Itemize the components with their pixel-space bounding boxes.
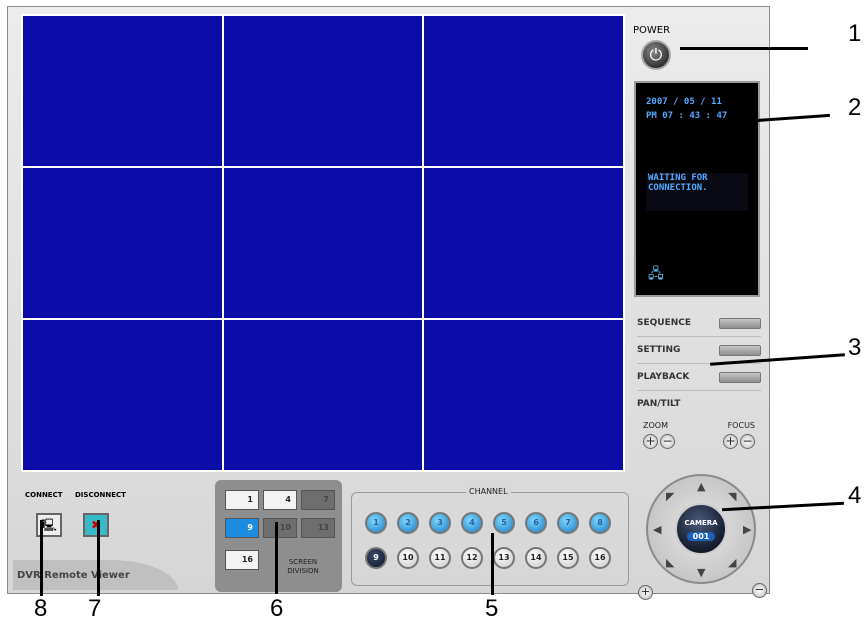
- callout-3: 3: [848, 334, 862, 361]
- callout-5: 5: [485, 595, 499, 622]
- channel-panel: CHANNEL 1 2 3 4 5 6 7 8 9 10 11 12 13 14…: [351, 487, 629, 586]
- ptz-plus-button[interactable]: +: [638, 585, 653, 600]
- sequence-row[interactable]: SEQUENCE: [637, 310, 761, 337]
- video-cell[interactable]: [424, 16, 623, 166]
- camera-number: 001: [687, 532, 715, 541]
- channel-13-button[interactable]: 13: [493, 547, 515, 569]
- video-cell[interactable]: [223, 320, 423, 470]
- callout-line-1: [680, 47, 808, 50]
- setting-label: SETTING: [637, 345, 681, 355]
- disconnect-label: DISCONNECT: [75, 491, 126, 499]
- channel-16-button[interactable]: 16: [589, 547, 611, 569]
- video-cell[interactable]: [23, 16, 222, 166]
- channel-15-button[interactable]: 15: [557, 547, 579, 569]
- video-cell[interactable]: [424, 168, 623, 318]
- channel-14-button[interactable]: 14: [525, 547, 547, 569]
- callout-line-7: [97, 520, 100, 596]
- focus-in-button[interactable]: +: [723, 434, 738, 449]
- network-disconnected-icon: 🖧: [648, 266, 664, 282]
- power-icon: ⏻: [649, 45, 663, 64]
- down-right-arrow-icon[interactable]: ◢: [728, 556, 736, 569]
- status-message: WAITING FOR CONNECTION.: [646, 173, 748, 211]
- channel-12-button[interactable]: 12: [461, 547, 483, 569]
- channel-9-button[interactable]: 9: [365, 547, 387, 569]
- status-time: PM 07 : 43 : 47: [646, 111, 728, 121]
- channel-7-button[interactable]: 7: [557, 512, 579, 534]
- callout-line-8: [40, 520, 43, 596]
- callout-8: 8: [34, 595, 48, 622]
- focus-out-button[interactable]: −: [740, 434, 755, 449]
- connect-label: CONNECT: [25, 491, 63, 499]
- up-right-arrow-icon[interactable]: ◥: [728, 490, 736, 503]
- callout-2: 2: [848, 94, 862, 121]
- sequence-label: SEQUENCE: [637, 318, 692, 328]
- playback-label: PLAYBACK: [637, 372, 690, 382]
- channel-11-button[interactable]: 11: [429, 547, 451, 569]
- setting-button[interactable]: [719, 344, 761, 356]
- camera-label: CAMERA: [684, 519, 718, 527]
- connect-icon: 🖳: [40, 518, 57, 532]
- video-cell[interactable]: [223, 16, 423, 166]
- callout-4: 4: [848, 482, 862, 509]
- division-4-button[interactable]: 4: [263, 490, 297, 510]
- sequence-button[interactable]: [719, 317, 761, 329]
- channel-5-button[interactable]: 5: [493, 512, 515, 534]
- camera-button[interactable]: CAMERA 001: [675, 503, 727, 555]
- zoom-in-button[interactable]: +: [643, 434, 658, 449]
- callout-line-5: [491, 533, 494, 595]
- channel-6-button[interactable]: 6: [525, 512, 547, 534]
- division-1-button[interactable]: 1: [225, 490, 259, 510]
- division-10-button[interactable]: 10: [263, 518, 297, 538]
- channel-10-button[interactable]: 10: [397, 547, 419, 569]
- callout-6: 6: [270, 595, 284, 622]
- channel-8-button[interactable]: 8: [589, 512, 611, 534]
- power-label: POWER: [633, 25, 671, 36]
- up-arrow-icon[interactable]: ▲: [697, 480, 705, 493]
- channel-4-button[interactable]: 4: [461, 512, 483, 534]
- channel-1-button[interactable]: 1: [365, 512, 387, 534]
- control-menu: SEQUENCE SETTING PLAYBACK PAN/TILT ZOOM F…: [637, 310, 761, 453]
- pantilt-label: PAN/TILT: [637, 399, 681, 409]
- left-arrow-icon[interactable]: ◀: [653, 523, 661, 536]
- playback-button[interactable]: [719, 371, 761, 383]
- division-13-button[interactable]: 13: [301, 518, 335, 538]
- right-arrow-icon[interactable]: ▶: [743, 523, 751, 536]
- channel-3-button[interactable]: 3: [429, 512, 451, 534]
- division-16-button[interactable]: 16: [225, 550, 259, 570]
- channel-2-button[interactable]: 2: [397, 512, 419, 534]
- status-screen: 2007 / 05 / 11 PM 07 : 43 : 47 WAITING F…: [634, 81, 760, 297]
- ptz-minus-button[interactable]: −: [752, 583, 767, 598]
- playback-row[interactable]: PLAYBACK: [637, 364, 761, 391]
- division-9-button[interactable]: 9: [225, 518, 259, 538]
- division-7-button[interactable]: 7: [301, 490, 335, 510]
- screen-division-panel: 1 4 7 9 10 13 16 SCREEN DIVISION: [215, 480, 342, 592]
- screen-division-label: SCREEN DIVISION: [287, 558, 319, 575]
- zoom-label: ZOOM: [643, 421, 668, 430]
- video-cell[interactable]: [424, 320, 623, 470]
- down-left-arrow-icon[interactable]: ◣: [666, 556, 674, 569]
- up-left-arrow-icon[interactable]: ◤: [666, 490, 674, 503]
- dvr-viewer-window: POWER ⏻ 2007 / 05 / 11 PM 07 : 43 : 47 W…: [7, 6, 770, 600]
- callout-1: 1: [848, 20, 862, 47]
- callout-line-6: [275, 522, 278, 594]
- video-cell[interactable]: [23, 168, 222, 318]
- disconnect-button[interactable]: ✖: [83, 513, 109, 537]
- app-name: DVR Remote Viewer: [13, 560, 178, 590]
- video-cell[interactable]: [223, 168, 423, 318]
- status-date: 2007 / 05 / 11: [646, 97, 722, 107]
- video-cell[interactable]: [23, 320, 222, 470]
- channel-title: CHANNEL: [466, 487, 511, 496]
- power-button[interactable]: ⏻: [641, 40, 671, 70]
- down-arrow-icon[interactable]: ▼: [697, 566, 705, 579]
- focus-label: FOCUS: [727, 421, 755, 430]
- video-grid: [21, 14, 625, 472]
- ptz-dpad: ▲ ▼ ◀ ▶ ◤ ◥ ◣ ◢ CAMERA 001: [646, 474, 756, 584]
- zoom-out-button[interactable]: −: [660, 434, 675, 449]
- callout-7: 7: [88, 595, 102, 622]
- pantilt-row: PAN/TILT: [637, 391, 761, 417]
